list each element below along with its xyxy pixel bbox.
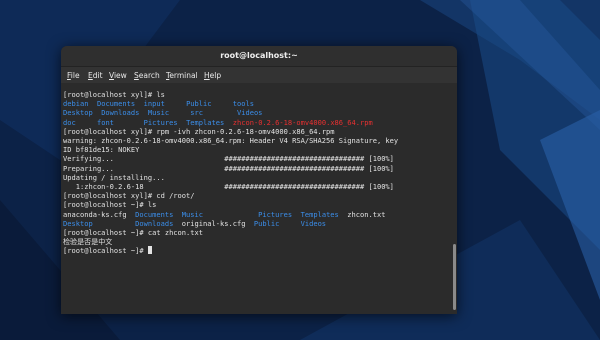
directory-name: Desktop [63, 108, 102, 118]
text-cursor [147, 246, 152, 255]
directory-name: Templates [186, 117, 233, 127]
directory-name: font [96, 117, 144, 127]
terminal-text: [root@localhost ~]# [63, 246, 148, 256]
directory-name: Music [147, 108, 191, 118]
terminal-text: [root@localhost ~]# cat zhcon.txt [63, 228, 204, 237]
menu-file[interactable]: File [67, 67, 80, 84]
terminal-text: [root@localhost xyl]# ls [63, 90, 165, 99]
menu-file-label: ile [70, 71, 80, 80]
terminal-text: [root@localhost xyl]# rpm -ivh zhcon-0.2… [63, 126, 335, 136]
terminal-line: [root@localhost ~]# cat zhcon.txt [63, 228, 203, 237]
terminal-line: doc font Pictures Templates zhcon-0.2.6-… [63, 118, 373, 127]
terminal-text: 检验是否是中文 [63, 237, 113, 247]
directory-name: src [190, 108, 237, 118]
directory-name: Videos [300, 218, 327, 228]
terminal-text: 1:zhcon-0.2.6-18 #######################… [63, 182, 394, 191]
terminal-line: [root@localhost xyl]# rpm -ivh zhcon-0.2… [63, 127, 335, 136]
terminal-line: 1:zhcon-0.2.6-18 #######################… [63, 182, 394, 191]
directory-name: Music [181, 209, 259, 219]
menu-terminal[interactable]: Terminal [166, 67, 198, 84]
directory-name: debian [63, 99, 97, 109]
terminal-window[interactable]: root@localhost:~ File Edit View Search T… [61, 46, 457, 314]
terminal-line: 检验是否是中文 [63, 237, 112, 246]
terminal-text: [root@localhost xyl]# cd /root/ [63, 191, 195, 201]
directory-name: doc [63, 117, 97, 127]
directory-name: Videos [236, 108, 263, 118]
scrollbar[interactable] [453, 244, 456, 310]
terminal-line: warning: zhcon-0.2.6-18-omv4000.x86_64.r… [63, 136, 398, 145]
terminal-text: Updating / installing... [63, 172, 165, 182]
terminal-text: Verifying... ###########################… [63, 154, 394, 164]
menu-edit-label: dit [92, 71, 103, 80]
terminal-output[interactable]: [root@localhost xyl]# ls debian Documents… [61, 83, 457, 314]
terminal-line: Desktop Downloads original-ks.cfg Public… [63, 219, 326, 228]
terminal-line: Verifying... ###########################… [63, 154, 394, 163]
directory-name: Documents [96, 99, 144, 109]
directory-name: Pictures [258, 209, 301, 219]
terminal-text: warning: zhcon-0.2.6-18-omv4000.x86_64.r… [63, 136, 399, 145]
directory-name: Templates [300, 209, 348, 219]
terminal-line: [root@localhost ~]# [63, 246, 152, 255]
window-title: root@localhost:~ [61, 46, 457, 66]
menu-search[interactable]: Search [134, 67, 160, 84]
directory-name: input [143, 99, 187, 109]
directory-name: Downloads [101, 108, 148, 118]
directory-name: Public [186, 99, 233, 109]
terminal-text: [root@localhost ~]# ls [63, 200, 157, 210]
directory-name: Pictures [143, 117, 187, 127]
directory-name: Public [253, 218, 301, 228]
terminal-text: original-ks.cfg [181, 218, 254, 228]
terminal-line: ID bf81de15: NOKEY [63, 145, 139, 154]
menu-search-label: earch [138, 71, 160, 80]
terminal-text: Preparing... ###########################… [63, 163, 394, 173]
menu-edit[interactable]: Edit [88, 67, 103, 84]
terminal-line: Preparing... ###########################… [63, 164, 394, 173]
menu-terminal-label: erminal [169, 71, 198, 80]
terminal-line: [root@localhost ~]# ls [63, 200, 156, 209]
menu-help-label: elp [209, 71, 222, 80]
terminal-line: [root@localhost xyl]# ls [63, 90, 165, 99]
terminal-line: Desktop Downloads Music src Videos [63, 108, 262, 117]
menu-help[interactable]: Help [204, 67, 221, 84]
directory-name: tools [232, 99, 254, 109]
menu-view-label: iew [113, 71, 127, 80]
directory-name: Documents [135, 209, 182, 219]
rpm-file-name: zhcon-0.2.6-18-omv4000.x86_64.rpm [232, 117, 373, 127]
terminal-line: Updating / installing... [63, 173, 165, 182]
menu-view[interactable]: View [109, 67, 127, 84]
terminal-line: [root@localhost xyl]# cd /root/ [63, 191, 195, 200]
directory-name: Desktop [63, 218, 136, 228]
terminal-line: anaconda-ks.cfg Documents Music Pictures… [63, 210, 385, 219]
directory-name: Downloads [135, 218, 182, 228]
terminal-line: debian Documents input Public tools [63, 99, 254, 108]
terminal-text: anaconda-ks.cfg [63, 209, 136, 219]
terminal-text: zhcon.txt [347, 209, 386, 219]
menubar: File Edit View Search Terminal Help [61, 66, 457, 84]
terminal-text: ID bf81de15: NOKEY [63, 145, 140, 155]
